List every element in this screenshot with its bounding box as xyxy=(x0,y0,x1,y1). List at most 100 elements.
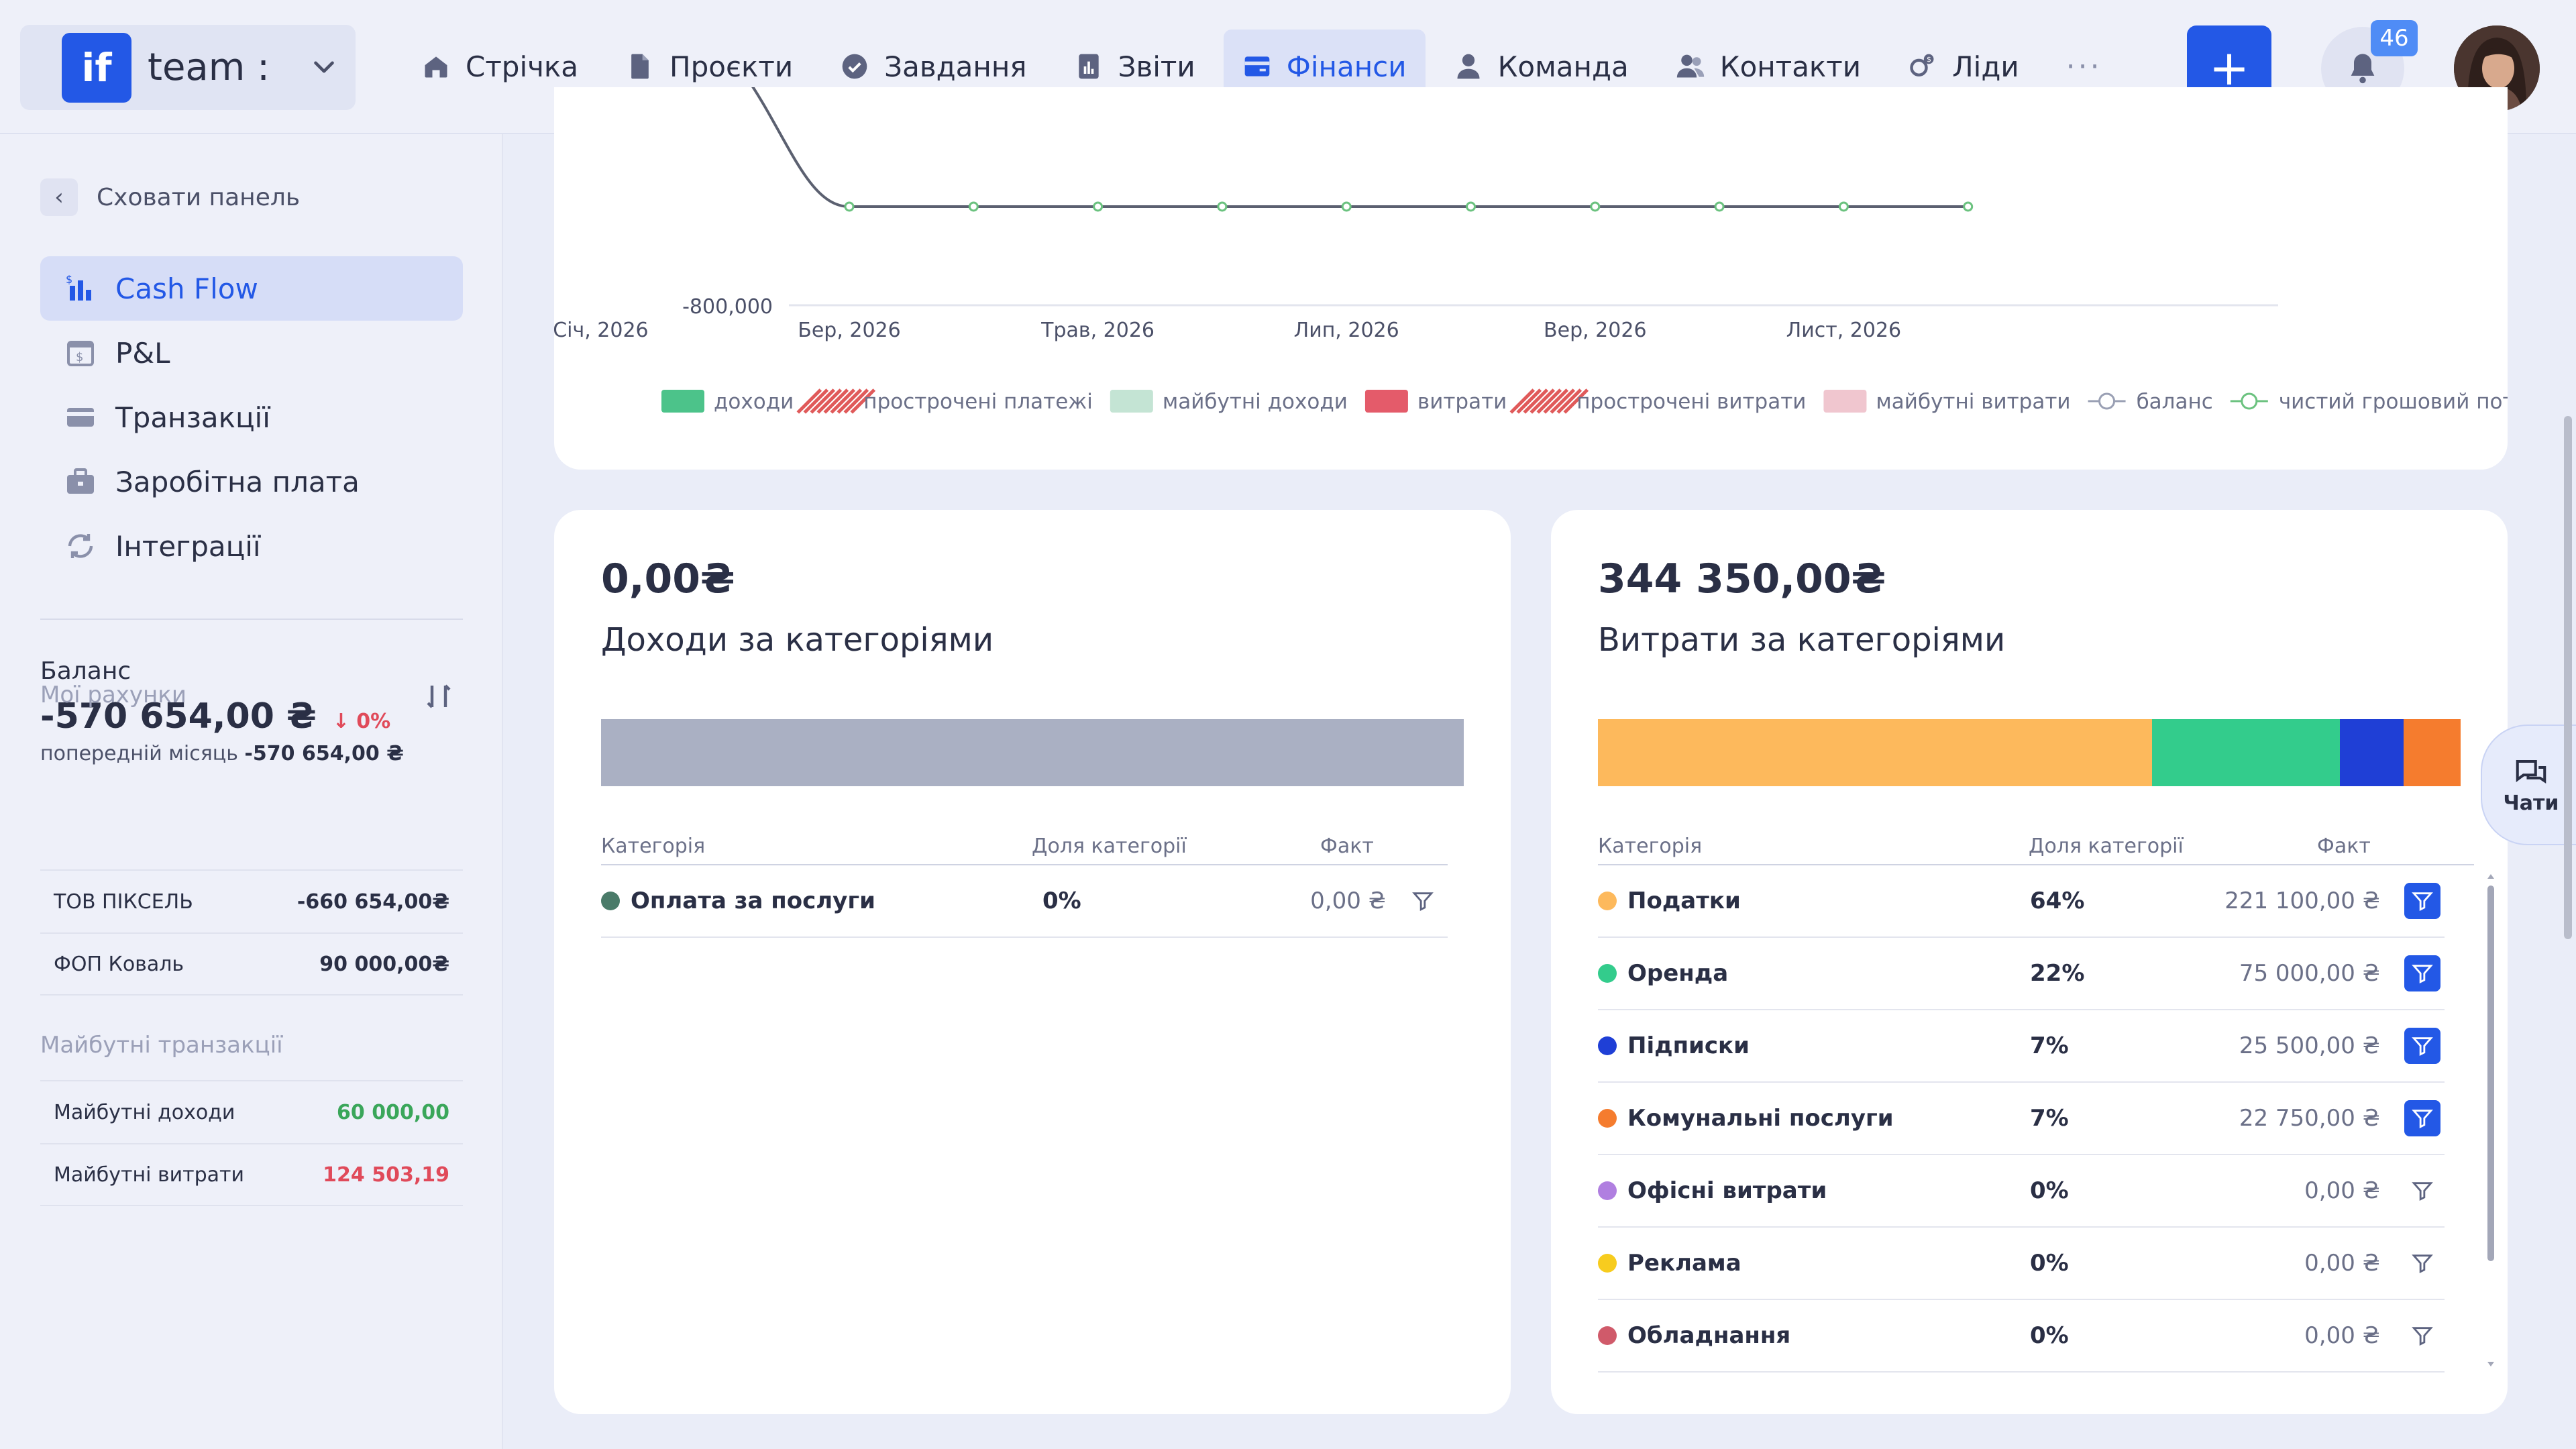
balance-line xyxy=(747,79,1968,208)
future-row[interactable]: Майбутні витрати 124 503,19 xyxy=(40,1143,463,1206)
expense-stack-bar xyxy=(1598,719,2461,786)
balance-point xyxy=(1590,201,1601,212)
filter-button[interactable] xyxy=(2404,955,2440,991)
sidebar-menu: $ Cash Flow $ P&L Транзакції Заробітна п… xyxy=(40,256,463,578)
page-scrollbar[interactable] xyxy=(2564,416,2572,939)
filter-icon xyxy=(2412,1037,2433,1057)
chats-button[interactable]: Чати xyxy=(2481,724,2576,845)
legend-label: чистий грошовий потік xyxy=(2279,390,2508,414)
future-transactions-title: Майбутні транзакції xyxy=(40,1032,283,1059)
filter-button[interactable] xyxy=(2404,883,2440,919)
balance-previous-value: -570 654,00 ₴ xyxy=(244,742,404,765)
future-name: Майбутні доходи xyxy=(54,1100,235,1124)
balance-point xyxy=(1093,201,1104,212)
x-tick-label: Лист, 2026 xyxy=(1786,319,1901,342)
balance-label: Баланс xyxy=(40,657,131,685)
y-tick-label: -800,000 xyxy=(682,295,773,319)
future-name: Майбутні витрати xyxy=(54,1163,245,1187)
more-menu-button[interactable]: ··· xyxy=(2047,50,2121,84)
hide-panel-button[interactable]: ‹ Сховати панель xyxy=(40,178,300,216)
category-share: 0% xyxy=(1042,888,1081,914)
sidebar: ‹ Сховати панель $ Cash Flow $ P&L Транз… xyxy=(0,134,503,1449)
legend-label: прострочені платежі xyxy=(863,390,1093,414)
cashflow-chart: -800,000 Січ, 2026 Бер, 2026 Трав, 2026 Лип,… xyxy=(553,79,2533,414)
cashflow-icon: $ xyxy=(66,273,91,301)
col-share: Доля категорії xyxy=(1032,835,1187,858)
account-row[interactable]: ТОВ ПІКСЕЛЬ -660 654,00₴ xyxy=(40,869,463,932)
x-tick-label: Січ, 2026 xyxy=(554,319,649,342)
category-name: Підписки xyxy=(1627,1032,1750,1059)
filter-button[interactable] xyxy=(2404,1173,2440,1209)
nav-label: Команда xyxy=(1497,50,1629,83)
future-value: 124 503,19 xyxy=(323,1163,449,1187)
balance-point xyxy=(1963,201,1974,212)
category-fact: 0,00 ₴ xyxy=(1310,888,1386,914)
category-fact: 25 500,00 ₴ xyxy=(2239,1032,2380,1059)
category-row: Реклама 0% 0,00 ₴ xyxy=(1598,1228,2445,1300)
category-color-dot xyxy=(1598,1036,1617,1055)
sidebar-item-salary[interactable]: Заробітна плата xyxy=(40,449,463,514)
balance-delta: ↓ 0% xyxy=(332,710,391,733)
balance-point xyxy=(844,201,855,212)
sort-icon[interactable] xyxy=(423,680,455,712)
category-name: Офісні витрати xyxy=(1627,1177,1827,1204)
account-name: ТОВ ПІКСЕЛЬ xyxy=(54,890,193,914)
team-switcher[interactable]: if team : xyxy=(20,25,356,110)
bar-segment xyxy=(601,719,1464,786)
sidebar-item-label: Заробітна плата xyxy=(115,465,360,498)
balance-point xyxy=(1341,201,1352,212)
contacts-icon xyxy=(1676,54,1704,78)
category-fact: 0,00 ₴ xyxy=(2304,1177,2380,1204)
sidebar-item-pnl[interactable]: $ P&L xyxy=(40,321,463,385)
card-icon xyxy=(67,408,94,427)
nav-label: Контакти xyxy=(1719,50,1862,83)
filter-button[interactable] xyxy=(1405,883,1441,919)
balance-point xyxy=(968,201,979,212)
account-row[interactable]: ФОП Коваль 90 000,00₴ xyxy=(40,932,463,996)
category-name: Обладнання xyxy=(1627,1322,1791,1349)
sidebar-item-transactions[interactable]: Транзакції xyxy=(40,385,463,449)
bell-icon xyxy=(2351,54,2375,84)
legend-swatch-marker xyxy=(2098,392,2116,410)
category-row: Офісні витрати 0% 0,00 ₴ xyxy=(1598,1155,2445,1228)
legend-swatch xyxy=(1823,390,1867,413)
col-category: Категорія xyxy=(1598,835,1703,858)
category-share: 0% xyxy=(2030,1177,2069,1204)
filter-button[interactable] xyxy=(2404,1100,2440,1136)
legend-label: баланс xyxy=(2137,390,2213,414)
col-fact: Факт xyxy=(1320,835,1374,858)
category-color-dot xyxy=(1598,892,1617,910)
notification-count-badge: 46 xyxy=(2371,20,2418,56)
chats-label: Чати xyxy=(2503,791,2559,815)
expense-total: 344 350,00₴ xyxy=(1598,555,1886,602)
check-circle-icon xyxy=(842,54,867,79)
bar-segment xyxy=(2339,719,2404,786)
category-share: 7% xyxy=(2030,1105,2069,1132)
category-share: 0% xyxy=(2030,1250,2069,1277)
filter-button[interactable] xyxy=(2404,1245,2440,1281)
category-row: Оренда 22% 75 000,00 ₴ xyxy=(1598,938,2445,1010)
account-name: ФОП Коваль xyxy=(54,952,184,976)
person-icon xyxy=(1457,54,1480,79)
wallet-icon xyxy=(1244,56,1270,76)
filter-button[interactable] xyxy=(2404,1318,2440,1354)
category-fact: 22 750,00 ₴ xyxy=(2239,1105,2380,1132)
sidebar-item-integrations[interactable]: Інтеграції xyxy=(40,514,463,578)
category-row: Обладнання 0% 0,00 ₴ xyxy=(1598,1300,2445,1373)
filter-icon xyxy=(2412,1327,2433,1346)
col-share: Доля категорії xyxy=(2029,835,2184,858)
sidebar-item-cash-flow[interactable]: $ Cash Flow xyxy=(40,256,463,321)
account-value: 90 000,00₴ xyxy=(319,952,449,976)
sidebar-divider xyxy=(40,619,463,620)
balance-point xyxy=(1217,201,1228,212)
table-scroll-thumb[interactable] xyxy=(2487,885,2494,1261)
legend-label: майбутні доходи xyxy=(1163,390,1348,414)
category-fact: 0,00 ₴ xyxy=(2304,1250,2380,1277)
col-category: Категорія xyxy=(601,835,706,858)
sidebar-item-label: P&L xyxy=(115,336,170,370)
future-row[interactable]: Майбутні доходи 60 000,00 xyxy=(40,1080,463,1143)
category-fact: 75 000,00 ₴ xyxy=(2239,960,2380,987)
svg-text:$: $ xyxy=(76,350,83,364)
filter-button[interactable] xyxy=(2404,1028,2440,1064)
chevron-down-icon xyxy=(314,61,334,73)
